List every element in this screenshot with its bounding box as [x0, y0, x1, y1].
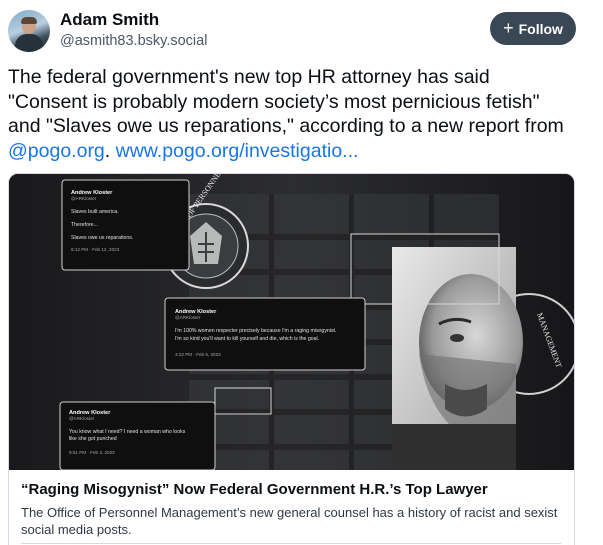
avatar-body-shape [15, 34, 43, 52]
tweet-timestamp: 6:12 PM · Feb 12, 2023 [71, 247, 120, 252]
tweet-author-handle: @ARKloster [175, 315, 201, 320]
post-card: Adam Smith @asmith83.bsky.social + Follo… [0, 0, 603, 545]
tweet-author-handle: @ARKloster [71, 196, 97, 201]
follow-button-label: Follow [518, 20, 563, 37]
post-text-line: "Consent is probably modern society’s mo… [8, 90, 540, 113]
post-text: The federal government's new top HR atto… [8, 65, 593, 163]
post-text-line: @pogo.org. www.pogo.org/investigatio... [8, 139, 593, 164]
divider [21, 543, 561, 544]
link-preview-image: OFFICE OF PERSONNEL MANAGEMENT Andrew Kl… [9, 174, 574, 470]
portrait-photo [392, 247, 523, 470]
mention-link[interactable]: @pogo.org [8, 140, 105, 162]
tweet-line: Slaves built america. [71, 209, 119, 215]
link-preview-card[interactable]: OFFICE OF PERSONNEL MANAGEMENT Andrew Kl… [8, 173, 575, 545]
plus-icon: + [503, 17, 514, 38]
avatar-hair-shape [21, 17, 37, 24]
author-name[interactable]: Adam Smith [60, 10, 159, 30]
post-text-line: and "Slaves owe us reparations," accordi… [8, 115, 564, 137]
tweet-line: like she got punched [69, 436, 117, 442]
follow-button[interactable]: + Follow [490, 12, 576, 45]
tweet-line: Therefore... [71, 222, 98, 228]
author-handle[interactable]: @asmith83.bsky.social [60, 33, 207, 49]
tweet-line: Slaves owe us reparations. [71, 235, 134, 241]
tweet-line: I'm 100% women respecter precisely becau… [175, 328, 337, 334]
tweet-timestamp: 3:22 PM · Feb 5, 2023 [175, 352, 221, 357]
tweet-timestamp: 9:51 PM · Feb 3, 2023 [69, 450, 115, 455]
tweet-line: I'm so kind you'll want to kill yourself… [175, 336, 320, 342]
post-separator: . [104, 139, 116, 162]
post-text-line: The federal government's new top HR atto… [8, 66, 490, 88]
link-preview-title[interactable]: “Raging Misogynist” Now Federal Governme… [21, 481, 488, 498]
embedded-tweet: Andrew Kloster @ARKloster Slaves built a… [71, 190, 183, 252]
link-preview-description: The Office of Personnel Management’s new… [21, 505, 558, 537]
avatar[interactable] [8, 10, 50, 52]
tweet-author-handle: @ARKloster [69, 416, 95, 421]
external-link[interactable]: www.pogo.org/investigatio... [116, 140, 359, 162]
tweet-line: You know what I need? I need a woman who… [69, 429, 186, 435]
embedded-tweet: Andrew Kloster @ARKloster You know what … [69, 410, 211, 455]
embedded-tweet: Andrew Kloster @ARKloster I'm 100% women… [175, 309, 361, 357]
